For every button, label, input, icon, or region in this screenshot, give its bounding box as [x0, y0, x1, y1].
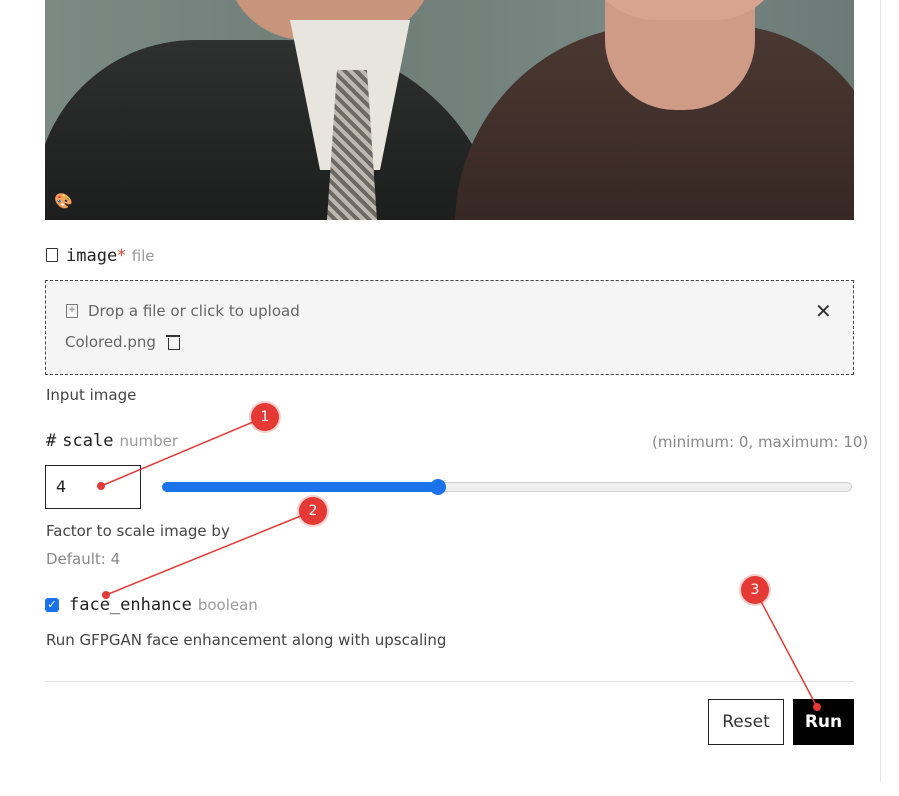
close-icon[interactable]: ✕ — [815, 301, 832, 321]
face-enhance-type: boolean — [197, 596, 258, 614]
scale-default-text: Default: 4 — [46, 550, 121, 568]
divider — [45, 681, 854, 682]
uploaded-file: Colored.png — [65, 333, 180, 351]
run-button[interactable]: Run — [793, 699, 854, 745]
trash-icon[interactable] — [165, 335, 180, 350]
face-enhance-checkbox[interactable]: ✓ — [45, 598, 59, 612]
image-field-name: image — [66, 246, 118, 266]
scale-slider-fill — [162, 482, 438, 492]
scale-range-note: (minimum: 0, maximum: 10) — [652, 433, 869, 451]
file-icon — [46, 248, 58, 262]
scale-field-type: number — [119, 432, 178, 450]
image-field-type: file — [131, 247, 155, 265]
scale-field-name: scale — [62, 431, 114, 451]
required-mark: * — [117, 246, 126, 266]
face-enhance-label: face_enhance boolean — [69, 595, 258, 615]
panel-border — [880, 0, 881, 782]
hash-icon: # — [46, 431, 57, 451]
scale-field-label: # scale number — [46, 431, 178, 451]
annotation-badge-2: 2 — [299, 497, 327, 525]
file-plus-icon: + — [66, 304, 78, 318]
image-field-description: Input image — [46, 386, 137, 404]
photo-man-suit — [45, 40, 505, 220]
annotation-badge-3: 3 — [741, 576, 769, 604]
output-image-preview[interactable]: 🎨 — [45, 0, 854, 220]
scale-field-description: Factor to scale image by — [46, 522, 230, 540]
palette-icon: 🎨 — [54, 192, 73, 210]
annotation-line-3 — [754, 589, 818, 708]
upload-prompt-text: Drop a file or click to upload — [88, 302, 300, 320]
image-field-label: image * file — [46, 246, 155, 266]
upload-prompt[interactable]: + Drop a file or click to upload — [66, 302, 300, 320]
face-enhance-name: face_enhance — [69, 595, 192, 615]
uploaded-file-name: Colored.png — [65, 333, 156, 351]
file-upload-dropzone[interactable]: + Drop a file or click to upload ✕ Color… — [45, 280, 854, 375]
reset-button[interactable]: Reset — [708, 699, 784, 745]
face-enhance-description: Run GFPGAN face enhancement along with u… — [46, 631, 447, 649]
scale-number-input[interactable]: 4 — [45, 465, 141, 509]
scale-slider-thumb[interactable] — [430, 479, 446, 495]
annotation-badge-1: 1 — [251, 403, 279, 431]
